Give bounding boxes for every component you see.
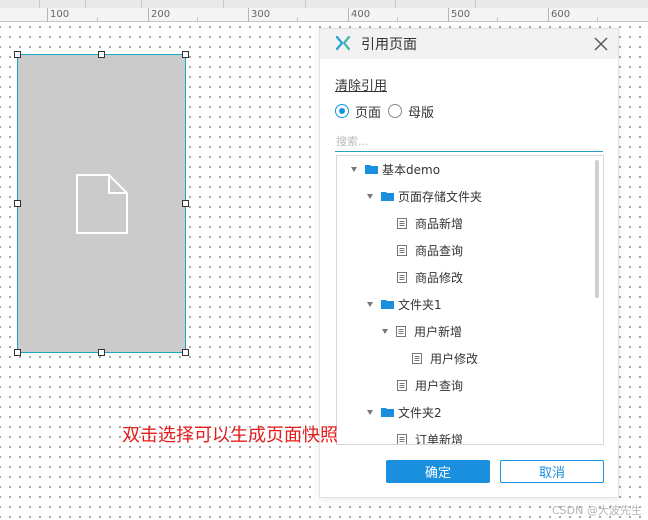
tab[interactable]: [0, 0, 40, 8]
tree-node-folder[interactable]: 文件夹1: [367, 294, 442, 314]
tree-node-page[interactable]: 商品查询: [397, 240, 463, 260]
ok-button[interactable]: 确定: [386, 460, 490, 483]
tab[interactable]: [224, 0, 306, 8]
resize-handle-bottom-right[interactable]: [182, 349, 189, 356]
radio-master[interactable]: [388, 104, 403, 118]
ruler-minor-tick: [197, 17, 198, 21]
ruler-minor-tick: [97, 17, 98, 21]
expand-caret-icon[interactable]: [367, 301, 373, 307]
folder-icon: [381, 407, 394, 417]
resize-handle-right[interactable]: [182, 200, 189, 207]
close-icon[interactable]: [592, 35, 610, 53]
page-document-icon: [397, 433, 407, 444]
horizontal-ruler: 100 200 300 400 500 600: [0, 8, 648, 22]
resize-handle-bottom-left[interactable]: [14, 349, 21, 356]
page-document-icon: [397, 217, 407, 229]
page-snapshot-widget[interactable]: [17, 54, 186, 353]
tree-node-folder[interactable]: 文件夹2: [367, 402, 442, 422]
annotation-text: 双击选择可以生成页面快照: [122, 425, 338, 446]
cancel-button[interactable]: 取消: [500, 460, 604, 483]
page-tree: 基本demo 页面存储文件夹 商品新增 商品查询 商品修改 文件夹1 用户新增 …: [336, 155, 604, 445]
radio-page[interactable]: [335, 104, 349, 118]
tree-node-label: 文件夹1: [398, 297, 442, 312]
tree-node-page[interactable]: 订单新增: [397, 429, 464, 445]
expand-caret-icon[interactable]: [367, 409, 373, 415]
ruler-tick: [548, 8, 549, 22]
watermark: CSDN @大波先生: [552, 504, 642, 517]
reference-page-dialog: 引用页面 清除引用 页面 母版 基本demo 页面存储文件夹 商品新增: [319, 28, 619, 498]
ruler-label: 300: [251, 9, 271, 20]
ruler-tick: [348, 8, 349, 22]
resize-handle-top-left[interactable]: [14, 51, 21, 58]
radio-page-label[interactable]: 页面: [355, 102, 381, 121]
ruler-tick: [448, 8, 449, 22]
tree-node-label: 订单新增: [415, 432, 464, 445]
tree-scrollbar[interactable]: [595, 160, 599, 298]
page-icon: [76, 174, 128, 234]
tree-node-label: 用户查询: [415, 378, 464, 393]
ruler-label: 400: [351, 9, 371, 20]
resize-handle-left[interactable]: [14, 200, 21, 207]
search-input[interactable]: [335, 132, 603, 152]
ruler-minor-tick: [597, 17, 598, 21]
tree-node-label: 文件夹2: [398, 405, 442, 420]
tree-node-label: 用户新增: [414, 324, 463, 339]
ruler-minor-tick: [497, 17, 498, 21]
dialog-header: 引用页面: [320, 29, 618, 59]
tree-node-label: 商品修改: [415, 270, 464, 285]
resize-handle-top[interactable]: [98, 51, 105, 58]
ruler-label: 200: [151, 9, 171, 20]
reference-type-radios: 页面 母版: [335, 102, 441, 121]
tree-node-folder[interactable]: 基本demo: [351, 159, 440, 179]
tree-node-folder[interactable]: 页面存储文件夹: [367, 186, 482, 206]
clear-reference-link[interactable]: 清除引用: [335, 75, 387, 94]
page-document-icon: [412, 352, 422, 364]
tab[interactable]: [86, 0, 142, 8]
radio-master-label[interactable]: 母版: [408, 102, 434, 121]
page-document-icon: [397, 271, 407, 283]
tree-node-page[interactable]: 用户新增: [382, 321, 462, 341]
ruler-minor-tick: [297, 17, 298, 21]
tree-node-page[interactable]: 用户修改: [412, 348, 478, 368]
resize-handle-top-right[interactable]: [182, 51, 189, 58]
folder-icon: [381, 299, 394, 309]
expand-caret-icon[interactable]: [351, 166, 357, 172]
expand-caret-icon[interactable]: [382, 328, 388, 334]
resize-handle-bottom[interactable]: [98, 349, 105, 356]
folder-icon: [365, 164, 378, 174]
ruler-minor-tick: [397, 17, 398, 21]
tab[interactable]: [40, 0, 86, 8]
expand-caret-icon[interactable]: [367, 193, 373, 199]
ruler-label: 100: [50, 9, 70, 20]
tree-node-page[interactable]: 商品新增: [397, 213, 463, 233]
tree-node-page[interactable]: 商品修改: [397, 267, 463, 287]
tab-strip: [0, 0, 648, 8]
tree-node-label: 页面存储文件夹: [398, 189, 483, 204]
page-document-icon: [397, 244, 407, 256]
tree-node-label: 商品新增: [415, 216, 464, 231]
tab[interactable]: [396, 0, 476, 8]
tree-node-label: 基本demo: [382, 162, 441, 177]
tree-node-label: 用户修改: [430, 351, 479, 366]
page-document-icon: [397, 379, 407, 391]
folder-icon: [381, 191, 394, 201]
ruler-label: 600: [551, 9, 571, 20]
ruler-tick: [47, 8, 48, 22]
tree-node-label: 商品查询: [415, 243, 464, 258]
axure-logo-icon: [335, 35, 351, 51]
tab[interactable]: [306, 0, 396, 8]
tree-node-page[interactable]: 用户查询: [397, 375, 463, 395]
tab[interactable]: [142, 0, 224, 8]
ruler-tick: [248, 8, 249, 22]
dialog-title: 引用页面: [361, 37, 417, 53]
ruler-label: 500: [451, 9, 471, 20]
ruler-tick: [148, 8, 149, 22]
page-document-icon: [396, 325, 406, 337]
